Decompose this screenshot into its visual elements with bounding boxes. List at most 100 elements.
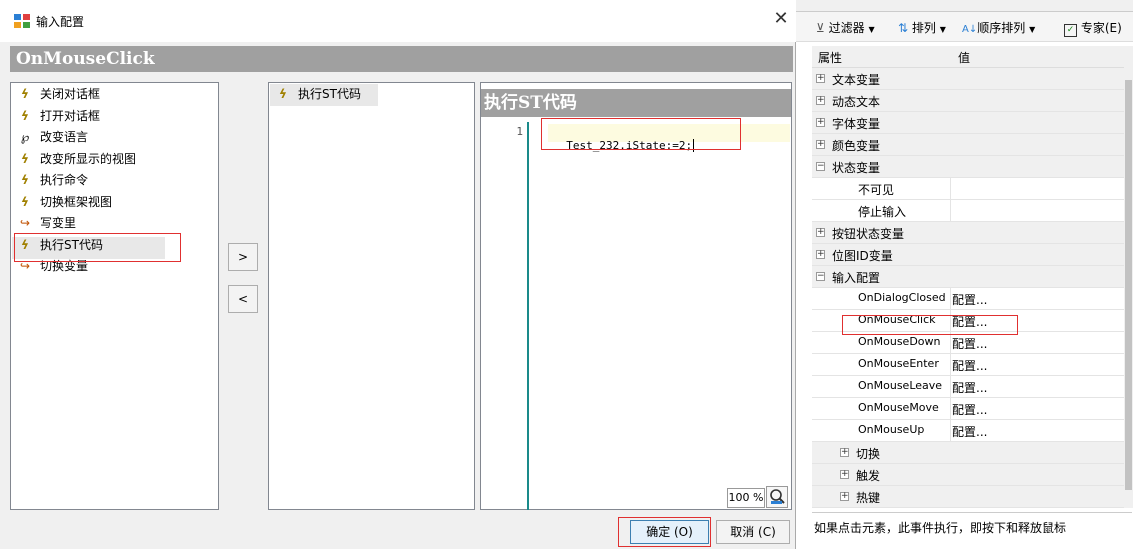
property-name: OnMouseMove — [858, 401, 939, 414]
property-row[interactable]: + 动态文本 — [812, 90, 1124, 112]
available-action-item[interactable]: ↪ 写变里 — [10, 213, 76, 233]
property-row[interactable]: OnMouseUp 配置... — [812, 420, 1124, 442]
property-name: 停止输入 — [858, 205, 907, 219]
column-divider — [950, 332, 951, 353]
property-row[interactable]: OnMouseLeave 配置... — [812, 376, 1124, 398]
expand-icon[interactable]: + — [840, 448, 849, 457]
expand-icon[interactable]: + — [840, 492, 849, 501]
column-divider — [950, 354, 951, 375]
action-label: 改变语言 — [40, 130, 89, 144]
property-name: 输入配置 — [832, 271, 881, 285]
configured-actions-list[interactable] — [268, 82, 475, 510]
dialog-icon — [14, 14, 30, 28]
editor-title: 执行ST代码 — [481, 89, 791, 117]
configured-action-item[interactable]: ϟ 执行ST代码 — [268, 84, 361, 104]
checkbox-checked-icon: ✓ — [1064, 24, 1077, 37]
bolt-icon: ϟ — [21, 194, 29, 209]
available-action-item[interactable]: ϟ 切换框架视图 — [10, 192, 112, 212]
action-label: 切换框架视图 — [40, 194, 113, 209]
cancel-button[interactable]: 取消 (C) — [716, 520, 790, 544]
property-row[interactable]: 不可见 — [812, 178, 1124, 200]
available-action-item[interactable]: ϟ 关闭对话框 — [10, 84, 100, 104]
expand-icon[interactable]: + — [816, 228, 825, 237]
property-row[interactable]: + 热键 — [812, 486, 1124, 508]
add-action-button[interactable]: > — [228, 243, 258, 271]
property-name: 颜色变量 — [832, 139, 881, 153]
filter-button[interactable]: ⊻ 过滤器 ▼ — [816, 19, 875, 36]
available-action-item[interactable]: ϟ 打开对话框 — [10, 106, 100, 126]
expand-icon[interactable]: + — [816, 140, 825, 149]
property-name: OnDialogClosed — [858, 291, 946, 304]
expert-checkbox[interactable]: ✓ 专家(E) — [1064, 19, 1122, 37]
property-row[interactable]: − 状态变量 — [812, 156, 1124, 178]
sort-button[interactable]: ⇅ 排列 ▼ — [898, 19, 946, 36]
property-row[interactable]: + 字体变量 — [812, 112, 1124, 134]
filter-icon: ⊻ — [816, 21, 825, 35]
property-name: 按钮状态变量 — [832, 227, 905, 241]
property-row[interactable]: − 输入配置 — [812, 266, 1124, 288]
property-row[interactable]: + 触发 — [812, 464, 1124, 486]
property-row[interactable]: + 文本变量 — [812, 68, 1124, 90]
dialog-titlebar — [0, 4, 796, 42]
action-label: 执行命令 — [40, 173, 89, 187]
available-action-item[interactable]: ϟ 改变所显示的视图 — [10, 149, 136, 169]
property-value[interactable]: 配置... — [952, 291, 987, 308]
gutter-line — [527, 122, 529, 510]
property-value[interactable]: 配置... — [952, 335, 987, 352]
value-column-header: 值 — [958, 51, 971, 65]
order-button[interactable]: A↓顺序排列 ▼ — [962, 19, 1035, 36]
property-row[interactable]: OnDialogClosed 配置... — [812, 288, 1124, 310]
property-value[interactable]: 配置... — [952, 379, 987, 396]
bolt-icon: ϟ — [21, 151, 29, 166]
expand-icon[interactable]: + — [840, 470, 849, 479]
property-row[interactable]: + 颜色变量 — [812, 134, 1124, 156]
available-action-item[interactable]: ϟ 执行命令 — [10, 170, 88, 190]
property-row[interactable]: + 位图ID变量 — [812, 244, 1124, 266]
property-name: OnMouseDown — [858, 335, 941, 348]
property-value[interactable]: 配置... — [952, 401, 987, 418]
expand-icon[interactable]: + — [816, 74, 825, 83]
property-grid: + 文本变量 + 动态文本 + 字体变量 + 颜色变量 − 状态变量 不可见 停止输入 + 按钮状态变量 +… — [812, 68, 1124, 508]
properties-toolbar: ⊻ 过滤器 ▼ ⇅ 排列 ▼ A↓顺序排列 ▼ ✓ 专家(E) — [796, 12, 1133, 42]
available-action-item[interactable]: ℘ 改变语言 — [10, 127, 88, 147]
highlight-box-st-action — [14, 233, 181, 262]
property-row[interactable]: OnMouseEnter 配置... — [812, 354, 1124, 376]
zoom-icon[interactable] — [766, 486, 788, 508]
property-row[interactable]: + 按钮状态变量 — [812, 222, 1124, 244]
property-row[interactable]: OnMouseMove 配置... — [812, 398, 1124, 420]
scroll-thumb[interactable] — [1125, 80, 1132, 490]
chevron-down-icon: ▼ — [1029, 25, 1036, 34]
property-name: 切换 — [856, 447, 881, 461]
property-name: 字体变量 — [832, 117, 881, 131]
property-description: 如果点击元素，此事件执行，即按下和释放鼠标 — [812, 512, 1132, 542]
column-divider — [950, 398, 951, 419]
zoom-level[interactable]: 100 % — [727, 488, 765, 508]
property-name: 不可见 — [858, 183, 895, 197]
column-divider — [950, 200, 951, 221]
property-name: 动态文本 — [832, 95, 881, 109]
column-divider — [950, 178, 951, 199]
property-row[interactable]: + 切换 — [812, 442, 1124, 464]
property-name: OnMouseUp — [858, 423, 925, 436]
property-row[interactable]: OnMouseDown 配置... — [812, 332, 1124, 354]
bolt-icon: ϟ — [21, 87, 29, 101]
property-value[interactable]: 配置... — [952, 357, 987, 374]
action-label: 改变所显示的视图 — [40, 151, 137, 166]
expand-icon[interactable]: + — [816, 118, 825, 127]
column-divider — [950, 420, 951, 441]
property-name: OnMouseLeave — [858, 379, 943, 392]
expand-icon[interactable]: + — [816, 250, 825, 259]
write-variable-icon: ↪ — [19, 216, 31, 230]
action-label: 写变里 — [40, 216, 77, 230]
property-row[interactable]: 停止输入 — [812, 200, 1124, 222]
close-button[interactable]: ✕ — [770, 8, 792, 30]
remove-action-button[interactable]: < — [228, 285, 258, 313]
column-divider — [950, 288, 951, 309]
property-value[interactable]: 配置... — [952, 423, 987, 440]
expand-icon[interactable]: + — [816, 96, 825, 105]
collapse-icon[interactable]: − — [816, 162, 825, 171]
property-name: 位图ID变量 — [832, 249, 893, 263]
collapse-icon[interactable]: − — [816, 272, 825, 281]
highlight-box-code — [541, 118, 741, 150]
line-number: 1 — [516, 125, 523, 138]
